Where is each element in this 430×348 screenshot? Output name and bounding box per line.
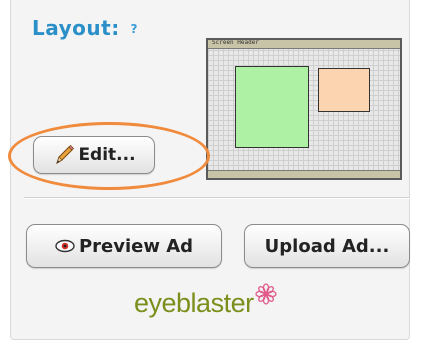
layout-thumbnail[interactable]: Screen Header	[206, 38, 402, 180]
edit-button[interactable]: Edit...	[33, 136, 155, 174]
thumbnail-title: Screen Header	[212, 39, 259, 46]
pencil-icon	[56, 144, 75, 165]
thumbnail-green-panel	[235, 66, 309, 148]
help-icon[interactable]: ?	[127, 22, 141, 36]
upload-ad-button[interactable]: Upload Ad...	[244, 224, 410, 268]
logo-text: eyeblaster	[134, 288, 254, 318]
preview-ad-button[interactable]: Preview Ad	[26, 224, 222, 268]
flower-icon	[254, 283, 277, 305]
upload-ad-label: Upload Ad...	[264, 235, 390, 257]
edit-button-label: Edit...	[78, 145, 136, 165]
thumbnail-orange-panel	[318, 68, 370, 112]
thumbnail-bottombar	[208, 170, 400, 178]
thumbnail-titlebar: Screen Header	[208, 40, 400, 49]
section-divider	[24, 197, 410, 199]
preview-ad-label: Preview Ad	[78, 235, 194, 257]
eye-icon	[55, 239, 75, 253]
layout-label: Layout:	[32, 16, 120, 40]
eyeblaster-logo: eyeblaster	[134, 283, 277, 323]
